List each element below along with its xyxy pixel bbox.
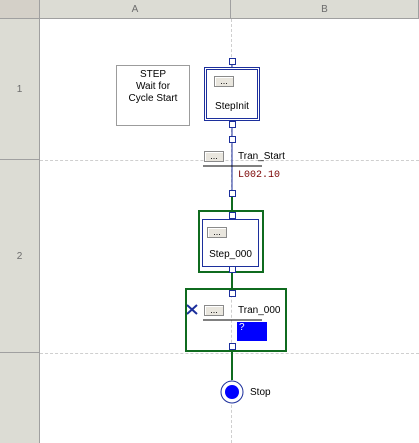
- step-000-top-terminal[interactable]: [229, 212, 236, 219]
- stop-step[interactable]: [220, 380, 244, 404]
- comment-line: STEP: [139, 69, 167, 80]
- tran-start-label: Tran_Start: [238, 151, 285, 162]
- tran-000-action-button[interactable]: ...: [204, 305, 224, 316]
- step-000-bottom-terminal[interactable]: [229, 266, 236, 273]
- step-000-action-button[interactable]: ...: [207, 227, 227, 238]
- step-init-label: StepInit: [215, 101, 249, 112]
- tran-start-condition[interactable]: L002.10: [238, 170, 280, 181]
- button-label: ...: [210, 151, 218, 161]
- tran-start-action-button[interactable]: ...: [204, 151, 224, 162]
- comment-box[interactable]: STEP Wait for Cycle Start: [116, 65, 190, 126]
- tran-000-label: Tran_000: [238, 305, 281, 316]
- button-label: ...: [213, 227, 221, 237]
- step-000-label: Step_000: [209, 249, 252, 260]
- button-label: ...: [220, 76, 228, 86]
- comment-line: Cycle Start: [128, 93, 178, 104]
- step-000-box[interactable]: ... Step_000: [202, 219, 259, 267]
- tran-start-bottom-terminal[interactable]: [229, 190, 236, 197]
- tran-000-condition-field[interactable]: ?: [237, 322, 267, 341]
- tran-000-condition: ?: [239, 322, 245, 333]
- step-init-bottom-terminal[interactable]: [229, 121, 236, 128]
- step-init-top-terminal[interactable]: [229, 58, 236, 65]
- tran-000-selection[interactable]: [185, 288, 287, 352]
- tran-000-top-terminal[interactable]: [229, 290, 236, 297]
- comment-line: Wait for: [135, 81, 171, 92]
- step-init-box[interactable]: ... StepInit: [204, 67, 260, 121]
- tran-000-bottom-terminal[interactable]: [229, 343, 236, 350]
- stop-label: Stop: [250, 387, 271, 398]
- step-init-action-button[interactable]: ...: [214, 76, 234, 87]
- button-label: ...: [210, 305, 218, 315]
- tran-start-top-terminal[interactable]: [229, 136, 236, 143]
